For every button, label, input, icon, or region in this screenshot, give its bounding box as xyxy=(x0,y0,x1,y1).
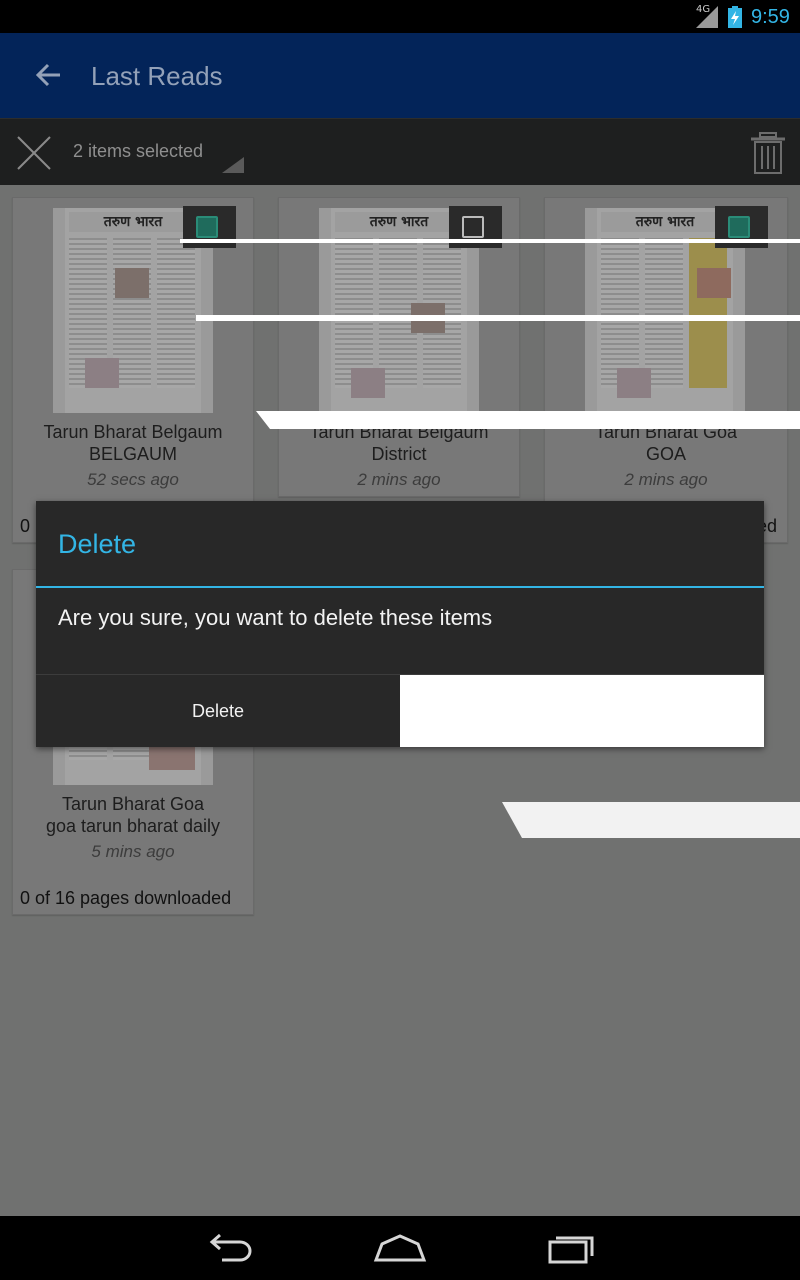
dialog-divider xyxy=(36,586,764,588)
thumbnail-masthead: तरुण भारत xyxy=(69,212,197,232)
render-artifact xyxy=(256,411,800,429)
thumbnail-masthead: तरुण भारत xyxy=(335,212,463,232)
clock: 9:59 xyxy=(751,6,790,28)
trash-icon[interactable] xyxy=(748,131,788,175)
last-read-time: 2 mins ago xyxy=(624,470,708,489)
back-nav-icon[interactable] xyxy=(200,1230,260,1266)
delete-dialog: Delete Are you sure, you want to delete … xyxy=(36,501,764,747)
signal-icon xyxy=(696,6,718,28)
recents-nav-icon[interactable] xyxy=(542,1230,602,1266)
contextual-action-bar: 2 items selected xyxy=(0,118,800,185)
newspaper-edition: goa tarun bharat daily xyxy=(45,816,221,836)
selected-count[interactable]: 2 items selected xyxy=(73,141,203,162)
app-bar: Last Reads xyxy=(0,33,800,118)
dialog-title: Delete xyxy=(58,529,137,559)
close-x-icon[interactable] xyxy=(14,133,54,173)
battery-charging-icon xyxy=(728,6,742,28)
arrow-left-icon[interactable] xyxy=(30,57,66,93)
cancel-button[interactable] xyxy=(400,675,764,747)
newspaper-card[interactable]: तरुण भारत Tarun Bharat Goa GOA 2 mins ag… xyxy=(544,197,788,543)
home-nav-icon[interactable] xyxy=(370,1230,430,1266)
last-read-time: 52 secs ago xyxy=(87,470,179,489)
newspaper-name: Tarun Bharat Goa xyxy=(61,794,205,814)
status-bar: 4G 9:59 xyxy=(0,0,800,33)
newspaper-edition: BELGAUM xyxy=(88,444,178,464)
pages-downloaded: 0 of 16 pages downloaded xyxy=(20,888,232,908)
last-read-time: 5 mins ago xyxy=(91,842,175,861)
dialog-message: Are you sure, you want to delete these i… xyxy=(58,605,493,630)
delete-button[interactable]: Delete xyxy=(36,675,400,747)
render-artifact xyxy=(502,802,800,838)
newspaper-edition: GOA xyxy=(645,444,686,464)
dropdown-caret-icon xyxy=(222,157,244,173)
newspaper-card[interactable]: तरुण भारत Tarun Bharat Belgaum BELGAUM 5… xyxy=(12,197,254,543)
dialog-button-bar: Delete xyxy=(36,674,764,747)
page-title: Last Reads xyxy=(91,61,223,91)
render-artifact xyxy=(180,239,800,243)
newspaper-edition: District xyxy=(371,444,427,464)
pages-downloaded: 0 xyxy=(20,516,31,536)
newspaper-name: Tarun Bharat Belgaum xyxy=(43,422,223,442)
last-read-time: 2 mins ago xyxy=(357,470,441,489)
render-artifact xyxy=(196,315,800,321)
thumbnail-masthead: तरुण भारत xyxy=(601,212,729,232)
navigation-bar xyxy=(0,1216,800,1280)
